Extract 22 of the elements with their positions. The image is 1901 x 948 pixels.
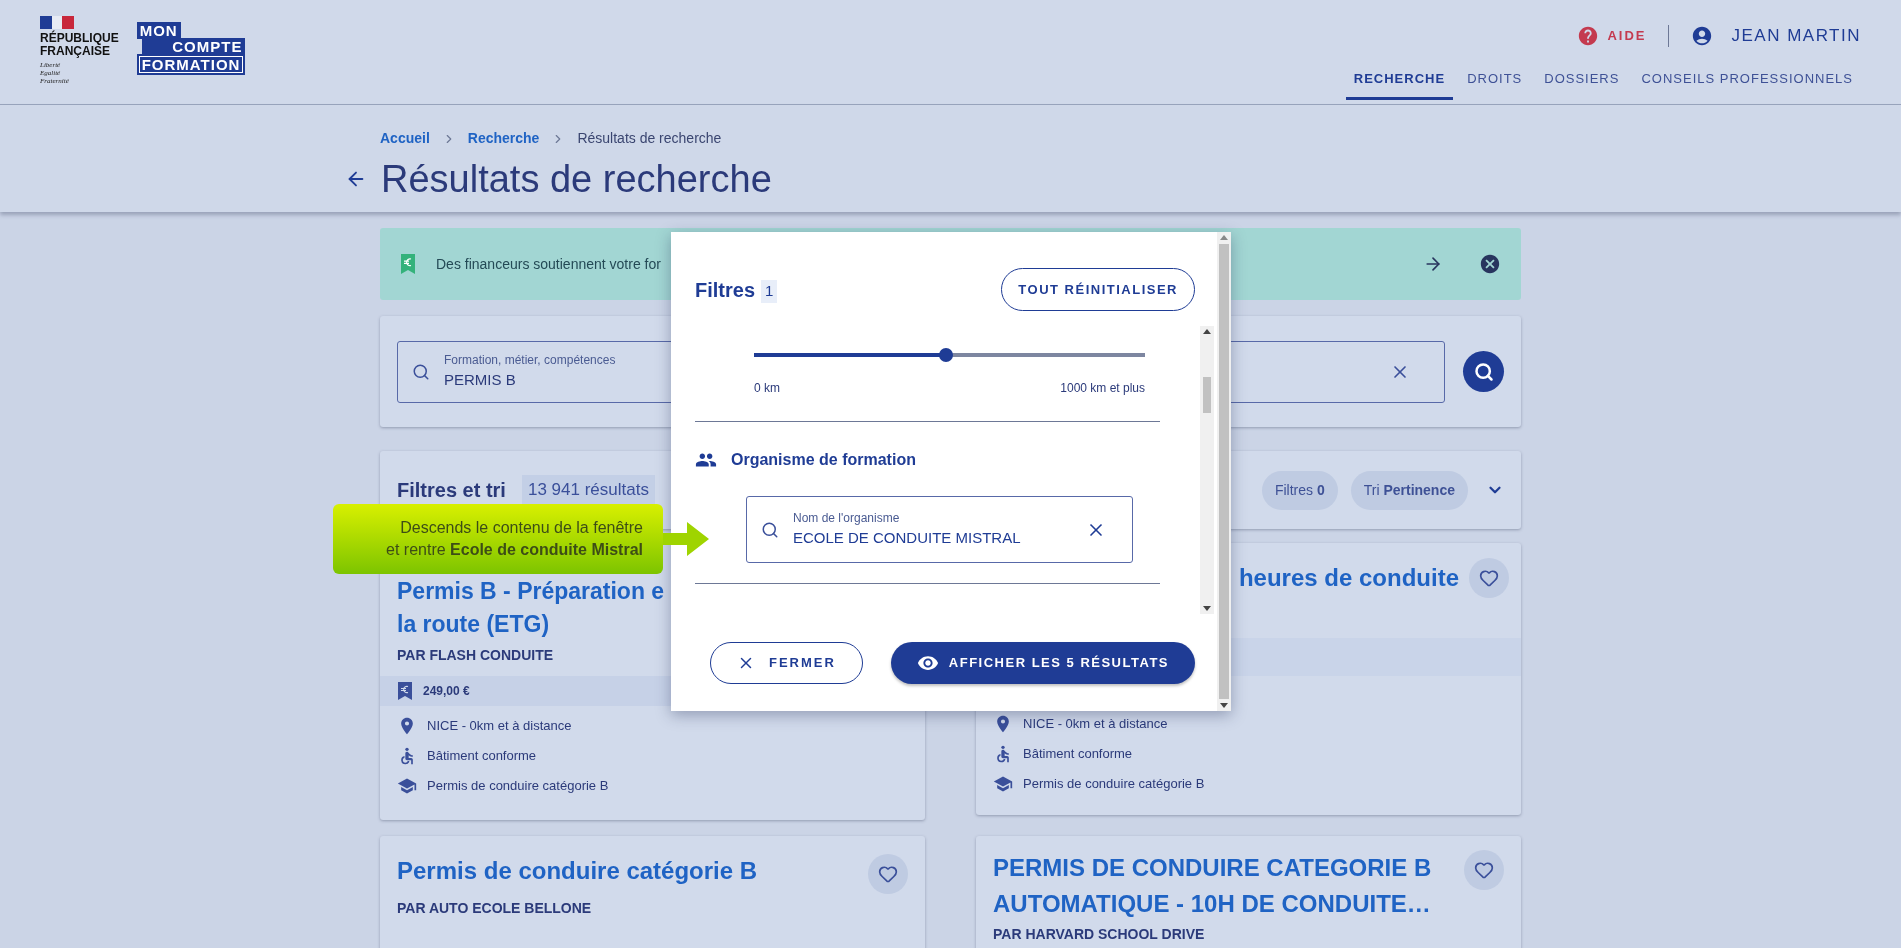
- republic-logo-text: RÉPUBLIQUE FRANÇAISE: [40, 32, 119, 58]
- filters-title: Filtres et tri: [397, 478, 506, 503]
- results-count: 13 941 résultats: [521, 475, 655, 505]
- provider-text: PAR HARVARD SCHOOL DRIVE: [993, 925, 1206, 944]
- dialog-title: Filtres: [695, 277, 756, 303]
- provider-text: PAR AUTO ECOLE BELLONE: [397, 899, 593, 918]
- detail-text: Permis de conduire catégorie B: [427, 777, 609, 796]
- detail-text: Bâtiment conforme: [427, 747, 537, 766]
- provider-text: PAR FLASH CONDUITE: [397, 646, 554, 665]
- detail-text: NICE - 0km et à distance: [1023, 715, 1168, 734]
- breadcrumb-current-page: Résultats de recherche: [577, 129, 722, 148]
- detail-text: NICE - 0km et à distance: [427, 717, 572, 736]
- min-distance-label: 0 km: [754, 380, 780, 397]
- detail-text: Permis de conduire catégorie B: [1023, 775, 1205, 794]
- brand-logo: MON COMPTE FORMATION: [136, 22, 246, 75]
- filter-count-badge: 1: [761, 280, 778, 303]
- page-title: Résultats de recherche: [381, 157, 772, 201]
- banner-text: Des financeurs soutiennent votre for: [436, 254, 661, 274]
- price-text: 249,00 €: [423, 683, 470, 700]
- detail-text: Bâtiment conforme: [1023, 745, 1133, 764]
- max-distance-label: 1000 km et plus: [1060, 380, 1145, 397]
- section-heading: Organisme de formation: [731, 450, 916, 470]
